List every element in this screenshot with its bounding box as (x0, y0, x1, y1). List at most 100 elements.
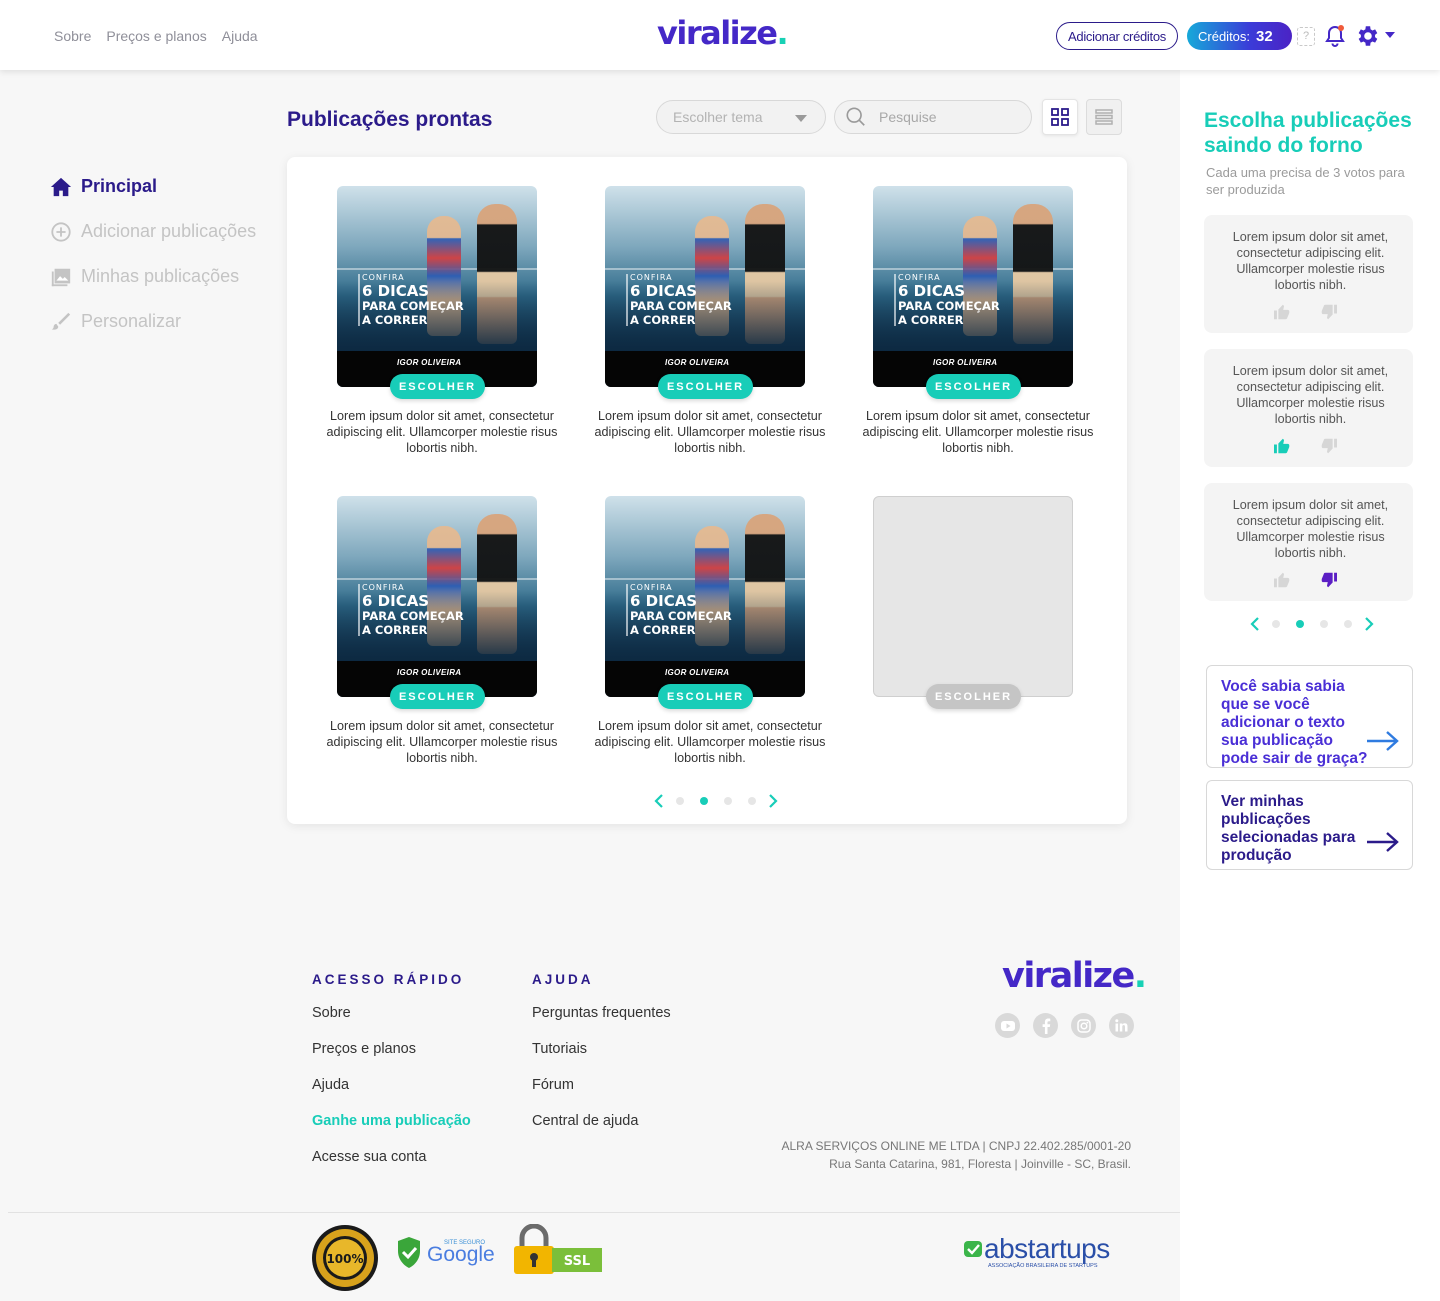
footer-link-precos[interactable]: Preços e planos (312, 1041, 471, 1077)
post-image-line2: 6 DICAS (898, 282, 966, 300)
nav-ajuda[interactable]: Ajuda (222, 28, 258, 44)
search-input[interactable] (879, 109, 1019, 125)
post-image-line3: PARA COMEÇAR (630, 609, 732, 623)
sidebar-item-label: Adicionar publicações (81, 221, 257, 241)
votes-pagination (1248, 616, 1376, 632)
instagram-icon[interactable] (1071, 1013, 1096, 1038)
chevron-down-icon[interactable] (1385, 32, 1395, 38)
post-image-line2: 6 DICAS (630, 282, 698, 300)
footer-logo[interactable]: viralize. (1002, 956, 1147, 996)
linkedin-icon[interactable] (1109, 1013, 1134, 1038)
top-header: Sobre Preços e planos Ajuda viralize. Ad… (0, 0, 1440, 70)
footer-link-faq[interactable]: Perguntas frequentes (532, 1005, 671, 1041)
vote-card: Lorem ipsum dolor sit amet, consectetur … (1204, 349, 1413, 467)
posts-panel: CONFIRA 6 DICAS PARA COMEÇAR A CORRER IG… (287, 157, 1127, 824)
post-description: Lorem ipsum dolor sit amet, consectetur … (862, 409, 1094, 455)
selected-posts-card[interactable]: Ver minhas publicações selecionadas para… (1206, 780, 1413, 870)
google-seal-text: Google (427, 1243, 495, 1266)
pager-dot[interactable] (1272, 620, 1280, 628)
add-credits-button[interactable]: Adicionar créditos (1056, 22, 1178, 50)
search-box (834, 100, 1032, 134)
quality-seal: 100% (312, 1225, 378, 1291)
post-image-line4: A CORRER (630, 622, 696, 637)
post-image[interactable]: CONFIRA 6 DICAS PARA COMEÇAR A CORRER IG… (337, 186, 537, 387)
arrow-right-icon (1367, 832, 1399, 852)
pager-dot-active[interactable] (700, 797, 708, 805)
pager-dot[interactable] (1344, 620, 1352, 628)
post-description: Lorem ipsum dolor sit amet, consectetur … (326, 409, 558, 455)
theme-select[interactable]: Escolher tema (656, 100, 826, 134)
footer-link-ajuda[interactable]: Ajuda (312, 1077, 471, 1113)
arrow-right-icon (1367, 731, 1399, 751)
footer-quick-access: ACESSO RÁPIDO Sobre Preços e planos Ajud… (312, 972, 471, 1185)
post-image-line2: 6 DICAS (630, 592, 698, 610)
nav-sobre[interactable]: Sobre (54, 28, 91, 44)
sidebar-item-label: Minhas publicações (81, 266, 240, 286)
plus-circle-icon (51, 221, 71, 242)
post-image-line3: PARA COMEÇAR (362, 609, 464, 623)
post-image[interactable]: CONFIRA 6 DICAS PARA COMEÇAR A CORRER IG… (605, 496, 805, 697)
sidebar-item-personalizar[interactable]: Personalizar (50, 299, 256, 344)
gear-icon[interactable] (1354, 23, 1380, 49)
viralize-logo[interactable]: viralize. (657, 14, 789, 52)
google-safe-seal: SITE SEGURO Google (398, 1237, 495, 1268)
sidebar-item-adicionar[interactable]: Adicionar publicações (50, 209, 256, 254)
pager-dot[interactable] (724, 797, 732, 805)
post-image[interactable]: CONFIRA 6 DICAS PARA COMEÇAR A CORRER IG… (337, 496, 537, 697)
list-view-button[interactable] (1086, 99, 1122, 135)
credits-badge[interactable]: Créditos: 32 (1187, 22, 1292, 50)
sidebar-item-minhas[interactable]: Minhas publicações (50, 254, 256, 299)
footer-link-ganhe[interactable]: Ganhe uma publicação (312, 1113, 471, 1149)
chevron-right-icon[interactable] (1360, 616, 1376, 632)
footer-help-title: AJUDA (532, 972, 594, 987)
post-image[interactable]: CONFIRA 6 DICAS PARA COMEÇAR A CORRER IG… (605, 186, 805, 387)
right-sidebar: Escolha publicações saindo do forno Cada… (1180, 70, 1440, 1301)
post-image-line1: CONFIRA (898, 273, 941, 282)
post-image-line1: CONFIRA (362, 583, 405, 592)
chevron-right-icon[interactable] (764, 793, 780, 809)
footer-link-sobre[interactable]: Sobre (312, 1005, 471, 1041)
thumbs-down-icon[interactable] (1320, 572, 1338, 588)
list-icon (1095, 109, 1113, 125)
post-description: Lorem ipsum dolor sit amet, consectetur … (594, 719, 826, 765)
choose-button[interactable]: ESCOLHER (658, 684, 753, 709)
pager-dot[interactable] (1320, 620, 1328, 628)
thumbs-down-icon[interactable] (1320, 438, 1338, 454)
post-image-line4: A CORRER (630, 312, 696, 327)
footer-help: AJUDA Perguntas frequentes Tutoriais Fór… (532, 972, 671, 1149)
help-icon[interactable]: ? (1297, 27, 1315, 46)
grid-view-button[interactable] (1042, 99, 1078, 135)
thumbs-up-icon[interactable] (1273, 304, 1291, 320)
pager-dot[interactable] (676, 797, 684, 805)
footer-link-acesse[interactable]: Acesse sua conta (312, 1149, 471, 1185)
pager-dot-active[interactable] (1296, 620, 1304, 628)
right-sidebar-title: Escolha publicações saindo do forno (1204, 109, 1412, 157)
footer-link-central[interactable]: Central de ajuda (532, 1113, 671, 1149)
facebook-icon[interactable] (1033, 1013, 1058, 1038)
post-image[interactable]: CONFIRA 6 DICAS PARA COMEÇAR A CORRER IG… (873, 186, 1073, 387)
vote-card-text: Lorem ipsum dolor sit amet, consectetur … (1232, 498, 1389, 560)
post-image-line4: A CORRER (898, 312, 964, 327)
chevron-left-icon[interactable] (1248, 616, 1264, 632)
chevron-left-icon[interactable] (652, 793, 668, 809)
post-image-line1: CONFIRA (362, 273, 405, 282)
choose-button[interactable]: ESCOLHER (390, 684, 485, 709)
bell-icon[interactable] (1323, 24, 1347, 48)
thumbs-up-icon[interactable] (1273, 438, 1291, 454)
choose-button[interactable]: ESCOLHER (658, 374, 753, 399)
home-icon (50, 177, 72, 196)
thumbs-down-icon[interactable] (1320, 304, 1338, 320)
post-image-line3: PARA COMEÇAR (362, 299, 464, 313)
choose-button[interactable]: ESCOLHER (390, 374, 485, 399)
thumbs-up-icon[interactable] (1273, 572, 1291, 588)
footer-link-tutoriais[interactable]: Tutoriais (532, 1041, 671, 1077)
youtube-icon[interactable] (995, 1013, 1020, 1038)
free-post-tip-card[interactable]: Você sabia sabia que se você adicionar o… (1206, 665, 1413, 768)
nav-precos[interactable]: Preços e planos (106, 28, 206, 44)
choose-button[interactable]: ESCOLHER (926, 374, 1021, 399)
sidebar-item-principal[interactable]: Principal (50, 164, 256, 209)
post-image-brand: IGOR OLIVEIRA (665, 668, 730, 677)
left-sidebar: Principal Adicionar publicações Minhas p… (50, 164, 256, 344)
footer-link-forum[interactable]: Fórum (532, 1077, 671, 1113)
pager-dot[interactable] (748, 797, 756, 805)
